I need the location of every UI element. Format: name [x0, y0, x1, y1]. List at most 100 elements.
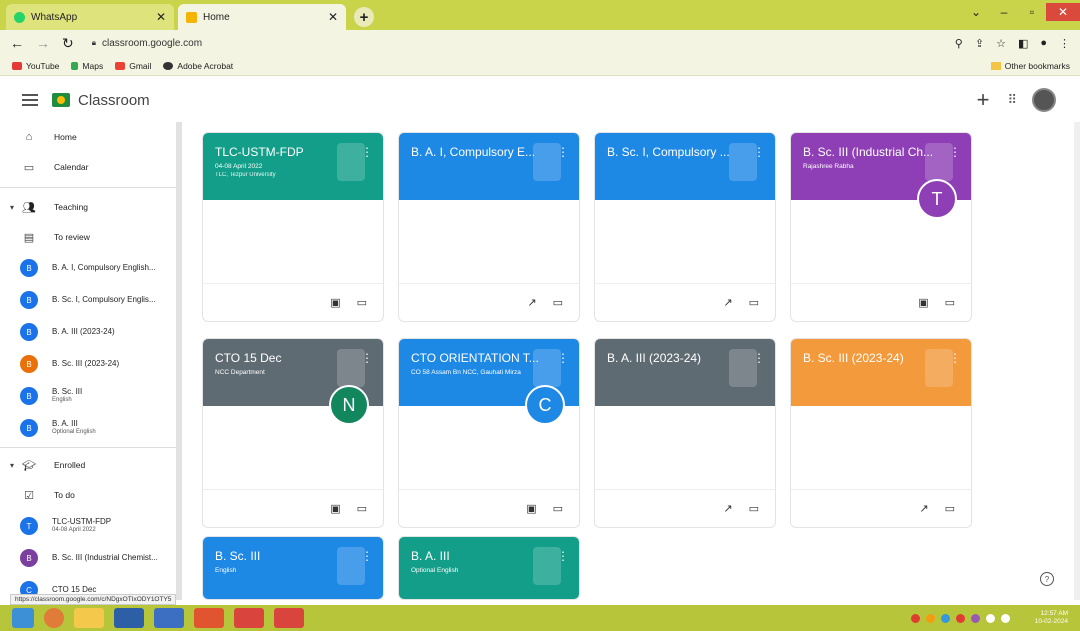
folder-icon[interactable]: ▭	[553, 502, 563, 515]
tray-icon[interactable]	[941, 613, 950, 623]
url-input[interactable]: 🔒︎ classroom.google.com	[86, 33, 943, 53]
volume-icon[interactable]	[986, 613, 995, 623]
trending-icon[interactable]: ↗	[527, 296, 536, 309]
tray-icon[interactable]	[971, 613, 980, 623]
taskbar-clock[interactable]: 12:57 AM 10-02-2024	[1035, 610, 1068, 626]
assignment-icon[interactable]: ▣	[918, 296, 928, 309]
more-options-icon[interactable]: ⋮	[361, 549, 373, 563]
class-card-banner[interactable]: TLC-USTM-FDP 04-08 April 2022 TLC, Tezpur …	[203, 133, 383, 200]
sidebar-class-item[interactable]: T TLC-USTM-FDP 04-08 April 2022	[0, 510, 176, 542]
app-title[interactable]: Classroom	[78, 92, 150, 109]
assignment-icon[interactable]: ▣	[330, 296, 340, 309]
class-card-banner[interactable]: B. Sc. I, Compulsory ... ⋮	[595, 133, 775, 200]
class-card-banner[interactable]: B. A. III (2023-24) ⋮	[595, 339, 775, 406]
folder-icon[interactable]: ▭	[749, 502, 759, 515]
sidebar-class-item[interactable]: B B. Sc. III (2023-24)	[0, 348, 176, 380]
minimize-icon[interactable]: –	[990, 5, 1018, 19]
word-icon[interactable]	[154, 608, 184, 628]
tab-whatsapp[interactable]: WhatsApp ✕	[6, 4, 174, 30]
sidebar-class-item[interactable]: B B. A. I, Compulsory English...	[0, 252, 176, 284]
class-card-banner[interactable]: B. Sc. III English ⋮	[203, 537, 383, 599]
class-card[interactable]: B. Sc. III (Industrial Ch... Rajashree Ra…	[790, 132, 972, 322]
chrome-profile-icon[interactable]	[274, 608, 304, 628]
class-card-banner[interactable]: B. A. I, Compulsory E... ⋮	[399, 133, 579, 200]
more-options-icon[interactable]: ⋮	[949, 351, 961, 365]
sidebar-item-to-do[interactable]: ☑ To do	[0, 480, 176, 510]
sidepanel-icon[interactable]: ◧	[1018, 37, 1028, 50]
bookmark-adobe[interactable]: Adobe Acrobat	[163, 61, 233, 71]
class-card[interactable]: B. A. III Optional English ⋮	[398, 536, 580, 600]
windows-start-icon[interactable]	[12, 608, 34, 628]
reload-icon[interactable]: ↻	[62, 35, 74, 52]
more-options-icon[interactable]: ⋮	[557, 351, 569, 365]
tab-home[interactable]: Home ✕	[178, 4, 346, 30]
share-icon[interactable]: ⇪	[975, 37, 984, 50]
tray-icon[interactable]	[911, 613, 920, 623]
chrome-taskbar-icon[interactable]	[44, 608, 64, 628]
sidebar-section-enrolled[interactable]: ▾ 🎓︎ Enrolled	[0, 450, 176, 480]
chevron-down-icon[interactable]: ⌄	[962, 5, 990, 19]
trending-icon[interactable]: ↗	[723, 296, 732, 309]
class-card-banner[interactable]: B. Sc. III (2023-24) ⋮	[791, 339, 971, 406]
add-class-icon[interactable]: +	[977, 87, 990, 113]
file-explorer-icon[interactable]	[74, 608, 104, 628]
folder-icon[interactable]: ▭	[357, 502, 367, 515]
sidebar-class-item[interactable]: B B. A. III (2023-24)	[0, 316, 176, 348]
class-card-title[interactable]: B. Sc. III	[215, 549, 355, 563]
tray-icon[interactable]	[956, 613, 965, 623]
new-tab-button[interactable]: +	[354, 7, 374, 27]
profile-icon[interactable]: ●	[1040, 37, 1047, 49]
maximize-icon[interactable]: ▫	[1018, 5, 1046, 19]
more-options-icon[interactable]: ⋮	[753, 145, 765, 159]
back-icon[interactable]: ←	[10, 35, 24, 51]
trending-icon[interactable]: ↗	[723, 502, 732, 515]
class-card-banner[interactable]: B. A. III Optional English ⋮	[399, 537, 579, 599]
more-options-icon[interactable]: ⋮	[361, 351, 373, 365]
sidebar-item-calendar[interactable]: ▭ Calendar	[0, 152, 176, 182]
close-icon[interactable]: ✕	[156, 10, 166, 24]
window-close-icon[interactable]: ✕	[1046, 3, 1080, 21]
class-card-title[interactable]: CTO ORIENTATION T...	[411, 351, 551, 365]
class-card[interactable]: CTO ORIENTATION T... CO 58 Assam Bn NCC, …	[398, 338, 580, 528]
forward-icon[interactable]: →	[36, 35, 50, 51]
bookmark-youtube[interactable]: YouTube	[12, 61, 59, 71]
class-card-title[interactable]: B. Sc. I, Compulsory ...	[607, 145, 747, 159]
help-icon[interactable]: ?	[1040, 572, 1054, 586]
bookmark-gmail[interactable]: Gmail	[115, 61, 151, 71]
menu-icon[interactable]: ⋮	[1059, 37, 1070, 50]
more-options-icon[interactable]: ⋮	[949, 145, 961, 159]
assignment-icon[interactable]: ▣	[526, 502, 536, 515]
class-card[interactable]: CTO 15 Dec NCC Department ⋮ N ▣ ▭	[202, 338, 384, 528]
main-menu-icon[interactable]	[22, 91, 38, 109]
folder-icon[interactable]: ▭	[945, 502, 955, 515]
folder-icon[interactable]: ▭	[553, 296, 563, 309]
main-scrollbar[interactable]	[1074, 122, 1080, 600]
class-card[interactable]: B. A. I, Compulsory E... ⋮ ↗ ▭	[398, 132, 580, 322]
other-bookmarks[interactable]: Other bookmarks	[990, 61, 1070, 71]
avatar[interactable]	[1032, 88, 1056, 112]
class-card[interactable]: B. A. III (2023-24) ⋮ ↗ ▭	[594, 338, 776, 528]
class-card-title[interactable]: B. A. III (2023-24)	[607, 351, 747, 365]
sidebar-item-home[interactable]: ⌂ Home	[0, 122, 176, 152]
class-card-title[interactable]: CTO 15 Dec	[215, 351, 355, 365]
class-card-title[interactable]: B. A. III	[411, 549, 551, 563]
sidebar-class-item[interactable]: B B. Sc. III (Industrial Chemist...	[0, 542, 176, 574]
sidebar-section-teaching[interactable]: ▾ 👥︎ Teaching	[0, 192, 176, 222]
class-card[interactable]: B. Sc. I, Compulsory ... ⋮ ↗ ▭	[594, 132, 776, 322]
close-icon[interactable]: ✕	[328, 10, 338, 24]
sidebar-class-item[interactable]: B B. A. III Optional English	[0, 412, 176, 444]
class-card-title[interactable]: B. A. I, Compulsory E...	[411, 145, 551, 159]
more-options-icon[interactable]: ⋮	[557, 549, 569, 563]
class-card-title[interactable]: B. Sc. III (Industrial Ch...	[803, 145, 943, 159]
google-apps-icon[interactable]: ⠿	[1007, 92, 1016, 108]
more-options-icon[interactable]: ⋮	[361, 145, 373, 159]
sidebar-class-item[interactable]: B B. Sc. I, Compulsory Englis...	[0, 284, 176, 316]
folder-icon[interactable]: ▭	[945, 296, 955, 309]
assignment-icon[interactable]: ▣	[330, 502, 340, 515]
class-card[interactable]: B. Sc. III English ⋮	[202, 536, 384, 600]
trending-icon[interactable]: ↗	[919, 502, 928, 515]
app-taskbar-icon[interactable]	[114, 608, 144, 628]
network-icon[interactable]	[1001, 613, 1010, 623]
folder-icon[interactable]: ▭	[357, 296, 367, 309]
bookmark-maps[interactable]: Maps	[71, 61, 103, 71]
